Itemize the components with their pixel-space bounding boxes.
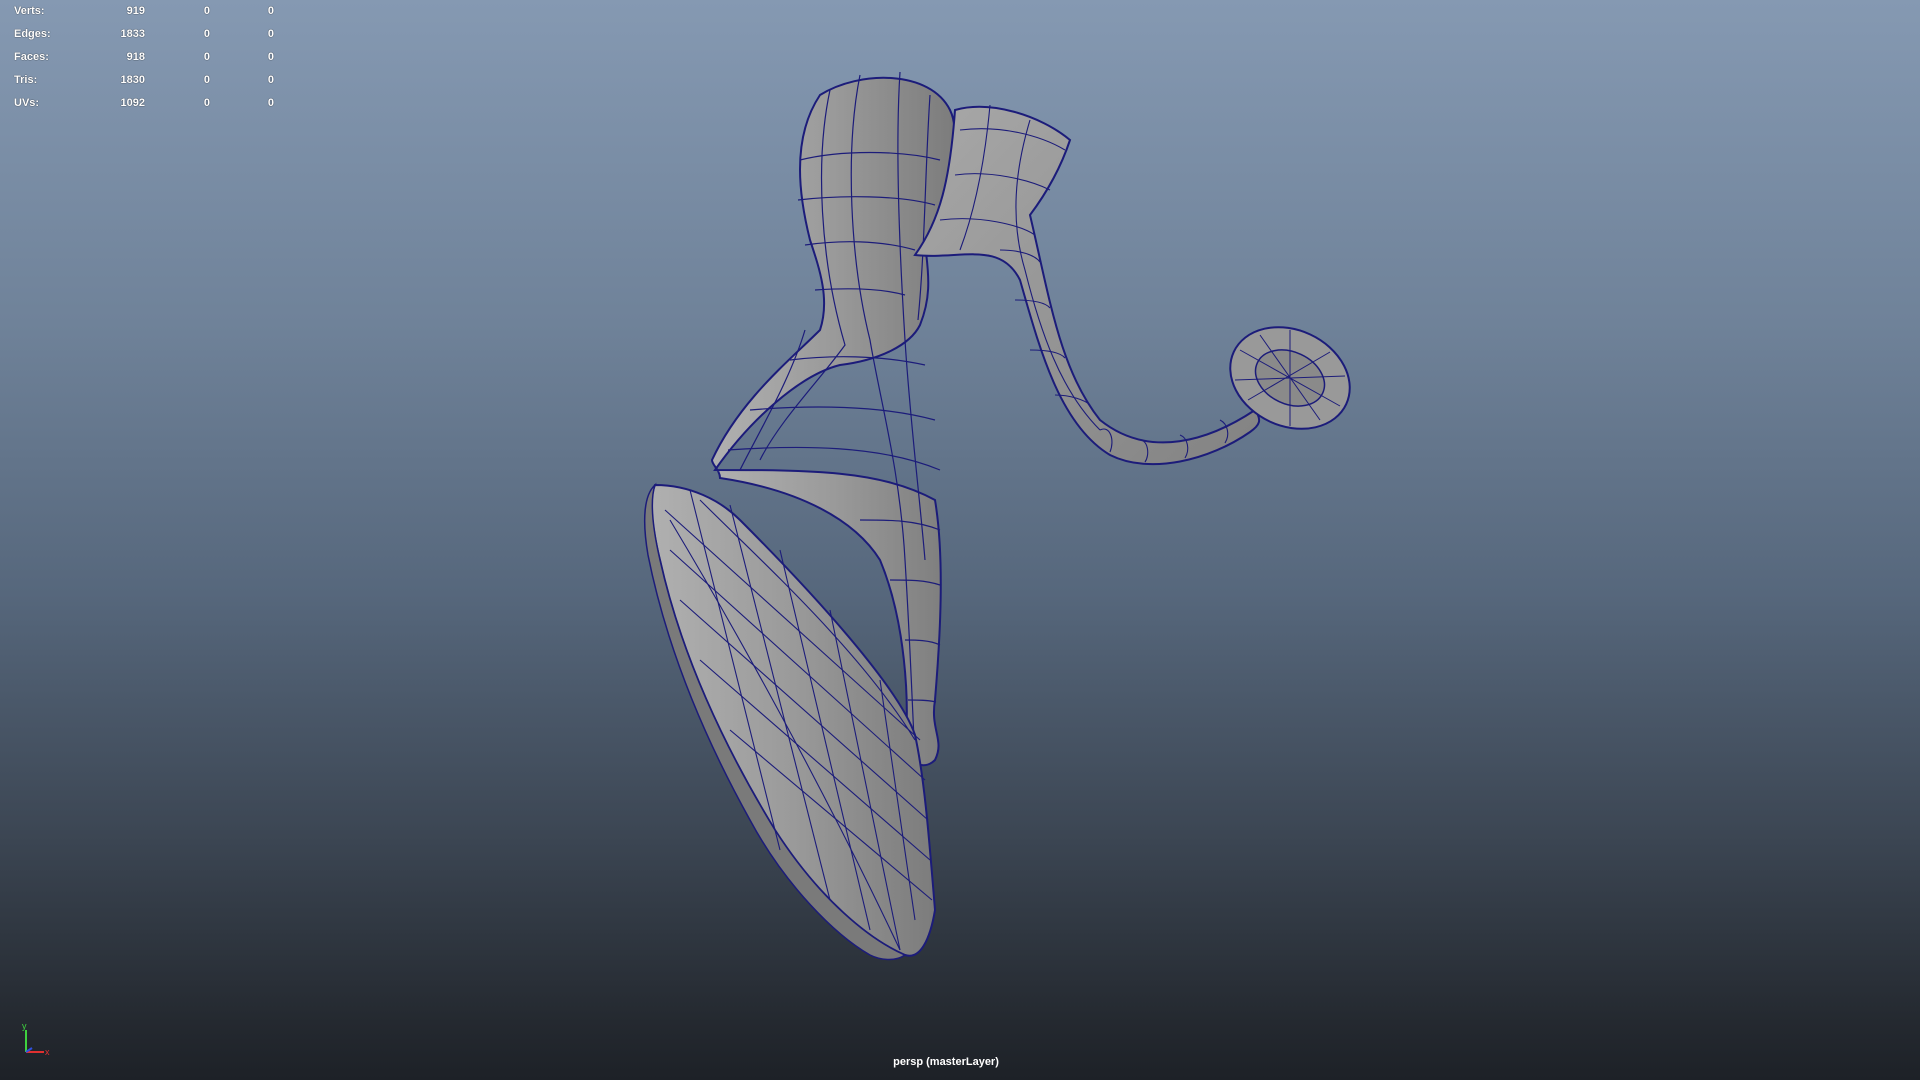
hud-value: 0	[267, 74, 274, 86]
hud-value: 0	[267, 5, 274, 17]
hud-value: 0	[203, 5, 210, 17]
hud-value: 0	[267, 51, 274, 63]
poly-count-hud: Verts: 919 0 0 Edges: 1833 0 0 Faces: 91…	[14, 2, 274, 117]
hud-row-tris: Tris: 1830 0 0	[14, 71, 274, 94]
hud-value: 919	[126, 5, 145, 17]
hud-value: 1830	[120, 74, 145, 86]
perspective-viewport[interactable]: Verts: 919 0 0 Edges: 1833 0 0 Faces: 91…	[0, 0, 1920, 1080]
polygon-mesh-model[interactable]	[0, 0, 1920, 1080]
hud-value: 918	[126, 51, 145, 63]
axis-gizmo-icon: y x	[22, 1021, 50, 1057]
axis-label-y: y	[22, 1021, 27, 1031]
hud-label: Faces:	[14, 51, 49, 63]
hud-value: 1833	[120, 28, 145, 40]
hud-value: 0	[203, 28, 210, 40]
camera-name-label: persp (masterLayer)	[893, 1056, 999, 1068]
hud-label: UVs:	[14, 97, 40, 109]
hud-label: Verts:	[14, 5, 45, 17]
hud-row-verts: Verts: 919 0 0	[14, 2, 274, 25]
hud-row-edges: Edges: 1833 0 0	[14, 25, 274, 48]
hud-value: 0	[267, 97, 274, 109]
hud-value: 1092	[120, 97, 145, 109]
curved-arm-shape	[913, 104, 1261, 466]
hud-value: 0	[267, 28, 274, 40]
hud-value: 0	[203, 97, 210, 109]
hud-label: Edges:	[14, 28, 51, 40]
hud-row-uvs: UVs: 1092 0 0	[14, 94, 274, 117]
hud-row-faces: Faces: 918 0 0	[14, 48, 274, 71]
hud-label: Tris:	[14, 74, 38, 86]
hud-value: 0	[203, 74, 210, 86]
hud-value: 0	[203, 51, 210, 63]
